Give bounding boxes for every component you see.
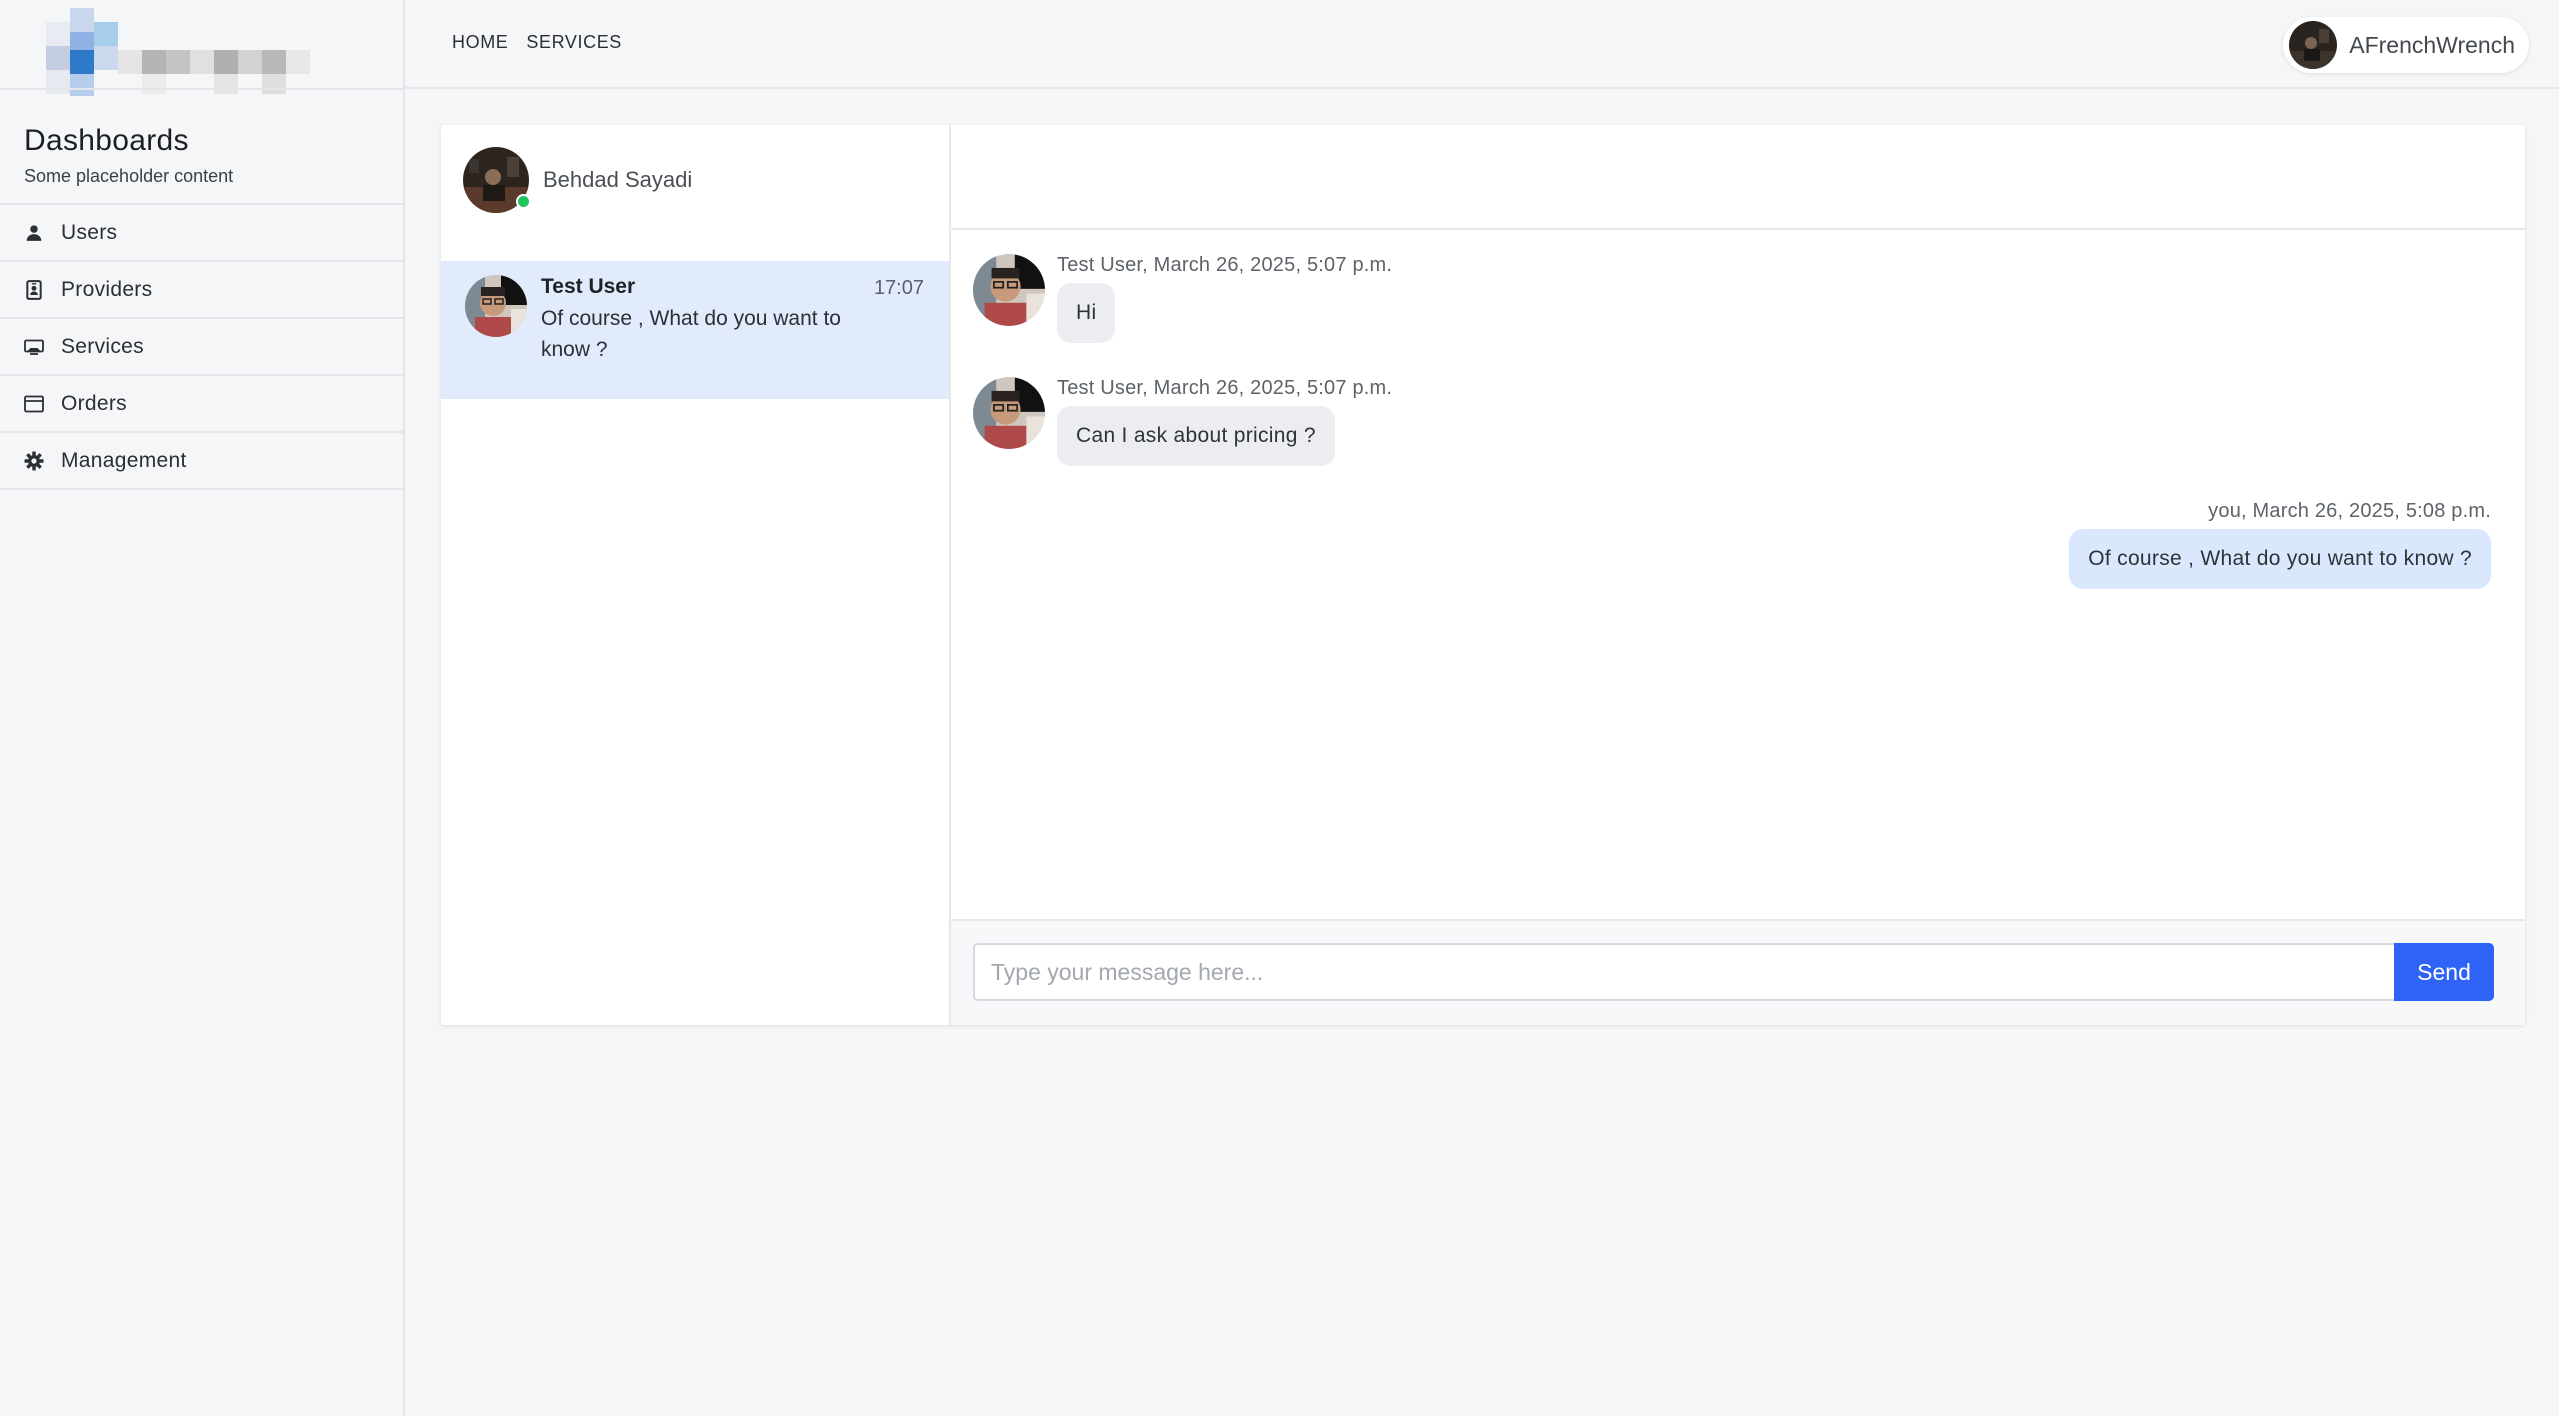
conversation-list: Behdad Sayadi Test User 17:07 Of course … <box>441 125 951 1025</box>
sidebar: Dashboards Some placeholder content User… <box>0 0 405 1416</box>
conversation-time: 17:07 <box>873 277 924 299</box>
message-incoming: Test User, March 26, 2025, 5:07 p.m. Hi <box>973 254 1392 343</box>
brand-logo[interactable] <box>46 8 316 96</box>
message-bubble: Of course , What do you want to know ? <box>2069 529 2491 589</box>
chat-panel: Behdad Sayadi Test User 17:07 Of course … <box>441 125 2525 1025</box>
nav-link-home[interactable]: HOME <box>452 32 508 53</box>
sidebar-item-label: Management <box>61 448 187 472</box>
message-thread: Test User, March 26, 2025, 5:07 p.m. Hi … <box>951 125 2525 1025</box>
avatar <box>973 377 1045 449</box>
conversation-item[interactable]: Test User 17:07 Of course , What do you … <box>441 261 949 399</box>
message-meta: Test User, March 26, 2025, 5:07 p.m. <box>1057 377 1393 399</box>
sidebar-item-label: Services <box>61 334 144 358</box>
message-incoming: Test User, March 26, 2025, 5:07 p.m. Can… <box>973 377 1392 466</box>
id-badge-icon <box>24 279 44 300</box>
sidebar-item-label: Providers <box>61 277 153 301</box>
message-bubble: Hi <box>1057 283 1116 343</box>
message-bubble: Can I ask about pricing ? <box>1057 406 1335 466</box>
sidebar-item-label: Users <box>61 220 118 244</box>
avatar <box>2289 21 2338 69</box>
sidebar-title: Dashboards <box>24 124 189 157</box>
top-bar: HOME SERVICES AFrenchWrench <box>405 0 2559 89</box>
tv-icon <box>24 337 44 357</box>
conversation-name: Test User <box>541 275 636 298</box>
message-meta: you, March 26, 2025, 5:08 p.m. <box>2208 500 2491 522</box>
user-menu[interactable]: AFrenchWrench <box>2283 17 2529 73</box>
top-nav: HOME SERVICES <box>452 32 622 53</box>
sidebar-subtitle: Some placeholder content <box>24 166 234 186</box>
sidebar-header: Dashboards Some placeholder content <box>0 88 403 205</box>
message-composer: Send <box>951 919 2525 1025</box>
sidebar-item-providers[interactable]: Providers <box>0 262 403 319</box>
message-meta: Test User, March 26, 2025, 5:07 p.m. <box>1057 254 1393 276</box>
sidebar-item-orders[interactable]: Orders <box>0 376 403 433</box>
person-icon <box>24 223 44 243</box>
avatar <box>973 254 1045 326</box>
sidebar-item-services[interactable]: Services <box>0 319 403 376</box>
gear-icon <box>24 451 44 471</box>
nav-link-services[interactable]: SERVICES <box>526 32 622 53</box>
sidebar-item-users[interactable]: Users <box>0 205 403 262</box>
sidebar-item-management[interactable]: Management <box>0 433 403 490</box>
sidebar-item-label: Orders <box>61 391 127 415</box>
current-user-name: Behdad Sayadi <box>543 167 693 192</box>
thread-header <box>951 125 2525 230</box>
message-input[interactable] <box>973 943 2394 1001</box>
message-outgoing: you, March 26, 2025, 5:08 p.m. Of course… <box>2069 500 2491 589</box>
avatar <box>463 147 531 213</box>
current-user: Behdad Sayadi <box>463 147 692 213</box>
online-status-indicator <box>516 194 531 209</box>
username: AFrenchWrench <box>2349 31 2515 58</box>
window-icon <box>24 394 44 414</box>
send-button[interactable]: Send <box>2394 943 2494 1001</box>
message-list: Test User, March 26, 2025, 5:07 p.m. Hi … <box>951 232 2525 917</box>
sidebar-nav: Users Providers Services Orders Manageme… <box>0 205 403 490</box>
avatar <box>465 275 527 337</box>
conversation-preview: Of course , What do you want to know ? <box>541 307 841 361</box>
